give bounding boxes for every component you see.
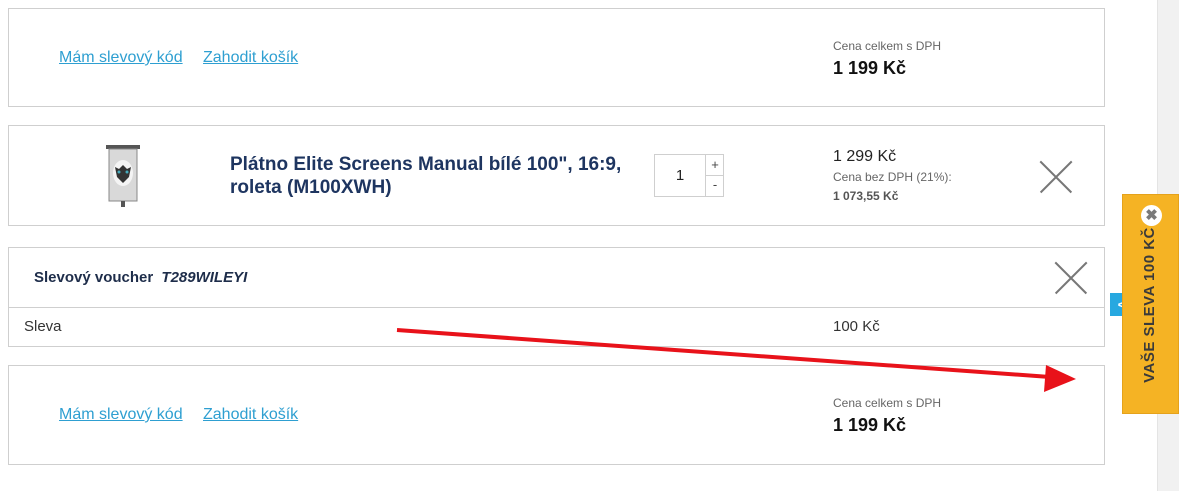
voucher-box: Slevový voucher T289WILEYI Sleva 100 Kč xyxy=(8,247,1105,347)
total-value-bottom: 1 199 Kč xyxy=(833,415,907,435)
voucher-header: Slevový voucher T289WILEYI xyxy=(9,248,1104,308)
quantity-decrease-button[interactable]: - xyxy=(706,175,724,195)
product-title[interactable]: Plátno Elite Screens Manual bílé 100", 1… xyxy=(230,153,650,199)
price-without-vat-label: Cena bez DPH (21%): xyxy=(833,170,952,184)
discount-label: Sleva xyxy=(24,318,62,335)
quantity-buttons: + - xyxy=(705,155,724,196)
discount-side-tab[interactable]: ✖ VAŠE SLEVA 100 KČ xyxy=(1122,194,1179,414)
voucher-label: Slevový voucher T289WILEYI xyxy=(34,269,247,286)
quantity-stepper[interactable]: 1 + - xyxy=(654,154,724,197)
cart-item-row: Plátno Elite Screens Manual bílé 100", 1… xyxy=(8,125,1105,226)
remove-item-close-icon[interactable] xyxy=(1040,161,1072,193)
coupon-code-link-bottom[interactable]: Mám slevový kód xyxy=(59,406,183,424)
discard-cart-link[interactable]: Zahodit košík xyxy=(203,49,298,67)
price-without-vat-value: 1 073,55 Kč xyxy=(833,189,899,203)
discard-cart-link-bottom[interactable]: Zahodit košík xyxy=(203,406,298,424)
coupon-code-link[interactable]: Mám slevový kód xyxy=(59,49,183,67)
quantity-increase-button[interactable]: + xyxy=(706,155,724,176)
voucher-code: T289WILEYI xyxy=(161,269,248,286)
item-price: 1 299 Kč xyxy=(833,148,897,165)
total-label: Cena celkem s DPH xyxy=(833,39,942,53)
cart-summary-bottom: Mám slevový kód Zahodit košík Cena celke… xyxy=(8,365,1105,465)
quantity-input[interactable]: 1 xyxy=(655,155,705,196)
total-value: 1 199 Kč xyxy=(833,58,907,78)
cart-summary-top: Mám slevový kód Zahodit košík Cena celke… xyxy=(8,8,1105,107)
total-label-bottom: Cena celkem s DPH xyxy=(833,396,942,410)
product-thumbnail[interactable] xyxy=(103,145,143,207)
discount-value: 100 Kč xyxy=(833,318,880,335)
voucher-label-text: Slevový voucher xyxy=(34,269,154,286)
remove-voucher-close-icon[interactable] xyxy=(1055,262,1087,294)
side-tab-text: VAŠE SLEVA 100 KČ xyxy=(1141,227,1158,383)
